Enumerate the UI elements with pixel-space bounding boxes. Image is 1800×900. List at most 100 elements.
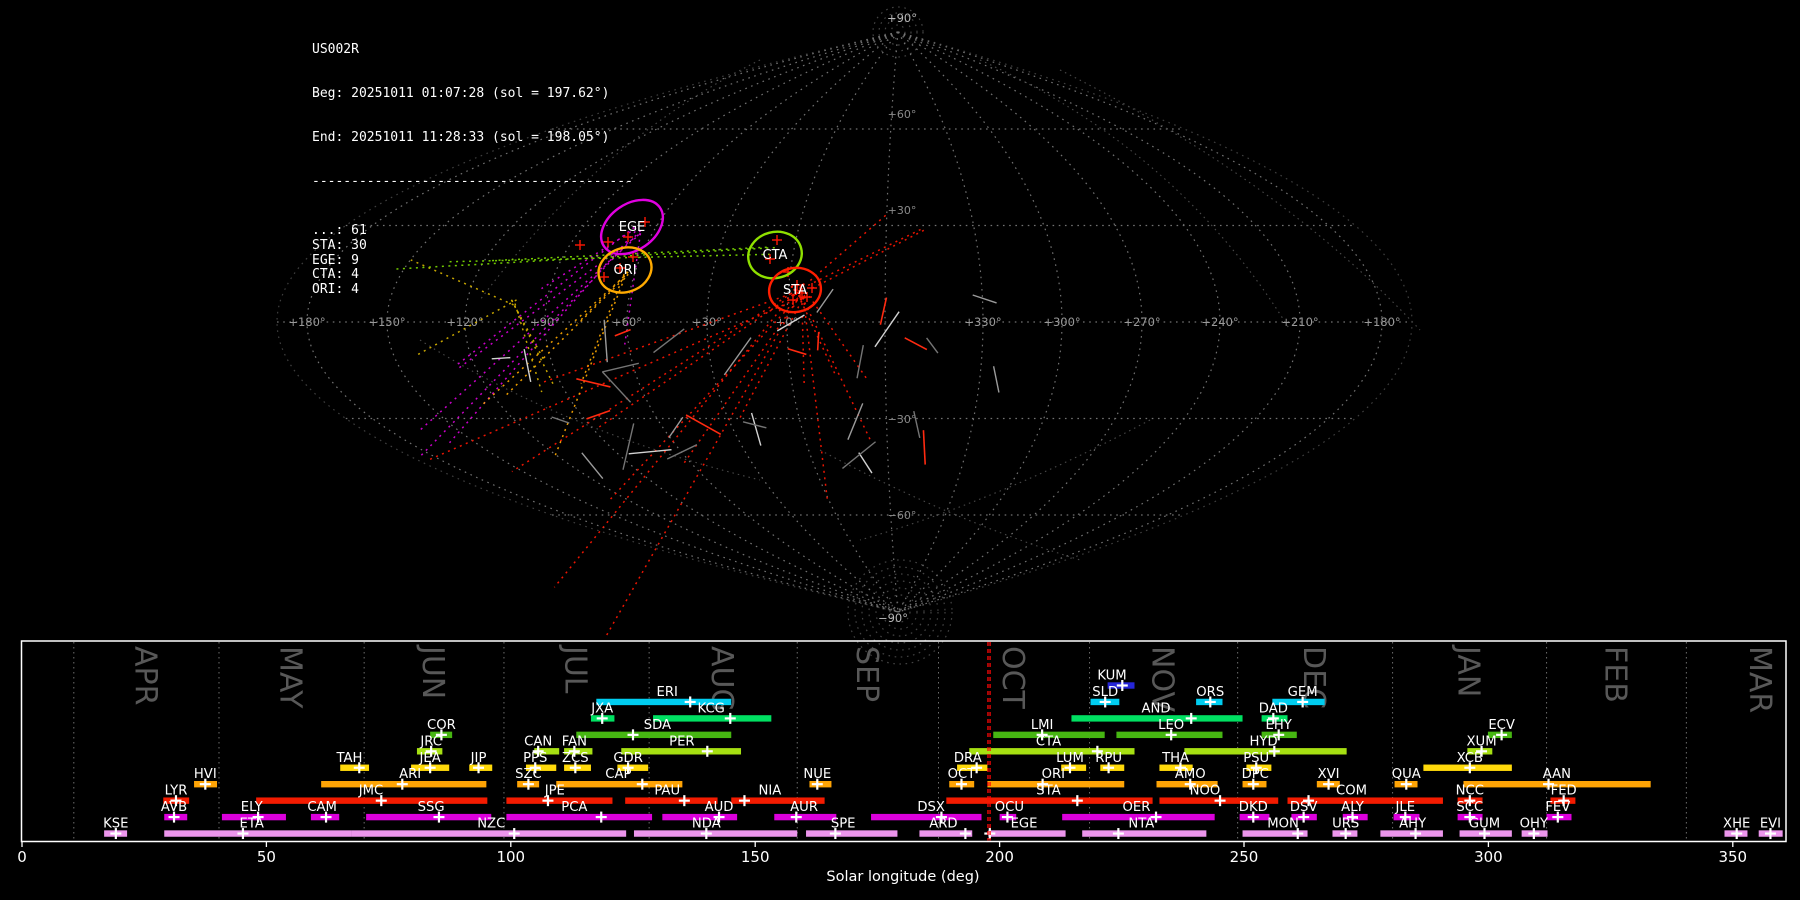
shower-peak-cross	[738, 795, 750, 807]
x-axis-title: Solar longitude (deg)	[826, 869, 979, 885]
shower-label: LEO	[1158, 718, 1184, 733]
meteor-segment	[874, 311, 900, 348]
trail-line	[553, 288, 798, 588]
meteor-segment	[922, 430, 926, 465]
meteor-segment	[653, 328, 685, 354]
meteor-segment	[614, 328, 631, 337]
shower-label: ZCS	[562, 751, 589, 766]
shower-label: DSX	[917, 800, 945, 815]
south-pole-label: −90°	[878, 611, 908, 625]
shower-label: NZC	[477, 817, 505, 832]
latitude-label: −60°	[888, 509, 917, 522]
meteor-segment	[926, 337, 939, 354]
month-label: JUL	[558, 644, 593, 694]
obs-begin: Beg: 20251011 01:07:28 (sol = 197.62°)	[312, 85, 610, 101]
shower-label: RPU	[1095, 751, 1122, 766]
shower-label: JXA	[590, 701, 613, 716]
meteor-segment	[601, 371, 632, 403]
x-tick-label: 150	[741, 848, 770, 866]
shower-label: FAN	[562, 734, 587, 749]
shower-label: FEV	[1545, 800, 1570, 815]
shower-label: GUM	[1469, 817, 1500, 832]
meteor-segment	[816, 288, 834, 313]
shower-label: LMI	[1031, 718, 1054, 733]
latitude-label: +30°	[888, 204, 917, 217]
shower-label: XVI	[1318, 767, 1340, 782]
sky-grid-meridian	[897, 31, 1301, 613]
longitude-label: +300°	[1043, 315, 1080, 329]
shower-label: AUR	[790, 800, 818, 815]
shower-count: CTA: 4	[312, 267, 359, 283]
month-label: MAR	[1742, 646, 1777, 713]
shower-label: ECV	[1488, 718, 1515, 733]
meteor-segment	[841, 441, 876, 469]
month-label: JAN	[1451, 644, 1486, 697]
shower-count: ORI: 4	[312, 281, 359, 297]
shower-label: PPS	[523, 751, 547, 766]
shower-label: OHY	[1520, 817, 1549, 832]
x-tick-label: 200	[985, 848, 1014, 866]
shower-label: NOO	[1190, 784, 1221, 799]
shower-label: GEM	[1288, 685, 1318, 700]
shower-label: GDR	[613, 751, 643, 766]
shower-label: DKD	[1239, 800, 1268, 815]
meteor-segment	[992, 366, 1000, 393]
shower-label: NDA	[692, 817, 721, 832]
shower-peak-cross	[678, 795, 690, 807]
shower-label: CTA	[1036, 734, 1061, 749]
shower-label: JRC	[419, 734, 442, 749]
x-tick-label: 50	[257, 848, 276, 866]
meteor-segment	[551, 416, 570, 424]
shower-label: SLD	[1092, 685, 1118, 700]
shower-peak-cross	[508, 828, 520, 840]
longitude-label: +210°	[1281, 315, 1318, 329]
meteor-segment	[622, 423, 635, 470]
shower-label: TAH	[336, 751, 363, 766]
shower-label: EGE	[1011, 817, 1038, 832]
shower-label: KUM	[1097, 669, 1126, 684]
meteor-segment	[586, 409, 611, 420]
x-tick-label: 0	[17, 848, 27, 866]
shower-label: SZC	[515, 767, 542, 782]
latitude-label: −30°	[888, 413, 917, 426]
longitude-label: +330°	[964, 315, 1001, 329]
shower-label: SDA	[644, 718, 671, 733]
shower-label: AUD	[705, 800, 734, 815]
radiant-cross	[772, 235, 782, 245]
trail-line	[807, 227, 924, 286]
x-tick-label: 100	[496, 848, 525, 866]
shower-label: SCC	[1456, 800, 1483, 815]
shower-label: ORI	[1042, 767, 1065, 782]
shower-label: AMO	[1175, 767, 1206, 782]
x-tick-label: 250	[1230, 848, 1259, 866]
shower-label: DAD	[1259, 701, 1288, 716]
shower-label: AND	[1141, 701, 1170, 716]
shower-label: ELY	[241, 800, 264, 815]
shower-count: EGE: 9	[312, 252, 359, 268]
shower-label: QUA	[1392, 767, 1421, 782]
shower-label: LYR	[165, 784, 188, 799]
trail-line	[605, 293, 802, 637]
shower-label: COM	[1336, 784, 1367, 799]
shower-label: FED	[1551, 784, 1577, 799]
meteor-segment	[816, 332, 820, 351]
radiant-ellipse-label: STA	[783, 283, 807, 298]
shower-label: XUM	[1467, 734, 1497, 749]
shower-label: LUM	[1056, 751, 1084, 766]
shower-peak-cross	[724, 712, 736, 724]
shower-label: URS	[1332, 817, 1359, 832]
shower-label: PSU	[1243, 751, 1269, 766]
trail-line	[739, 294, 806, 419]
shower-label: ORS	[1196, 685, 1224, 700]
meteor-segment	[723, 337, 752, 376]
shower-label: JIP	[470, 751, 487, 766]
shower-label: NIA	[758, 784, 781, 799]
trail-line	[812, 229, 925, 289]
shower-label: THA	[1161, 751, 1189, 766]
shower-label: CAN	[524, 734, 552, 749]
shower-label: PCA	[561, 800, 587, 815]
month-label: APR	[127, 646, 162, 705]
trail-line	[809, 212, 889, 282]
shower-count-list: ...: 61 STA: 30 EGE: 9 CTA: 4 ORI: 4	[312, 224, 633, 297]
month-label: OCT	[995, 646, 1030, 710]
